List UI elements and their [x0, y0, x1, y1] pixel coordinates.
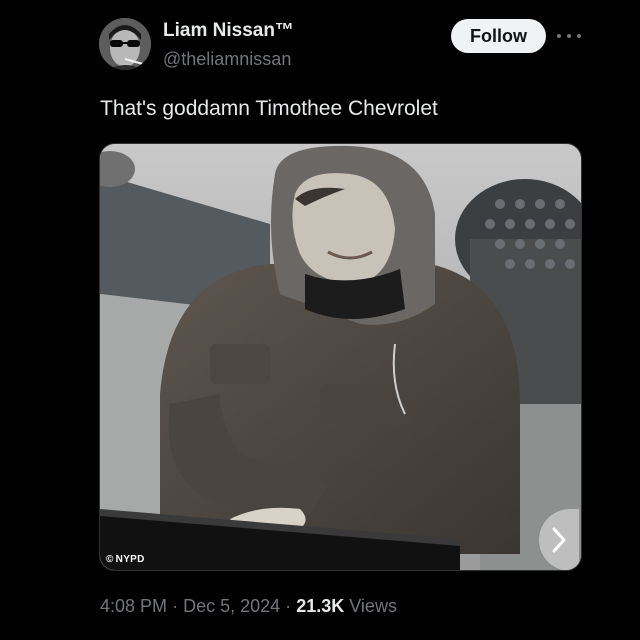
surveillance-photo [100, 144, 581, 570]
tweet-time[interactable]: 4:08 PM [100, 596, 167, 616]
follow-button[interactable]: Follow [451, 19, 546, 53]
avatar[interactable] [99, 18, 151, 70]
meta-separator: · [172, 596, 179, 616]
ellipsis-icon[interactable] [557, 27, 581, 45]
tweet: Liam Nissan™ @theliamnissan Follow That'… [0, 0, 640, 640]
media-credit: © NYPD [106, 554, 145, 565]
views-count[interactable]: 21.3K [296, 596, 344, 616]
avatar-photo [99, 18, 151, 70]
meta-separator: · [285, 596, 292, 616]
views-label: Views [349, 596, 397, 616]
tweet-date[interactable]: Dec 5, 2024 [183, 596, 280, 616]
display-name[interactable]: Liam Nissan™ [163, 20, 294, 42]
tweet-meta: 4:08 PM · Dec 5, 2024 · 21.3K Views [100, 596, 397, 617]
media-credit-label: NYPD [115, 554, 145, 565]
copyright-icon: © [106, 554, 114, 565]
user-handle[interactable]: @theliamnissan [163, 49, 291, 70]
tweet-text: That's goddamn Timothee Chevrolet [100, 97, 438, 120]
media-image[interactable]: © NYPD [99, 143, 582, 571]
chevron-right-icon [552, 527, 566, 553]
